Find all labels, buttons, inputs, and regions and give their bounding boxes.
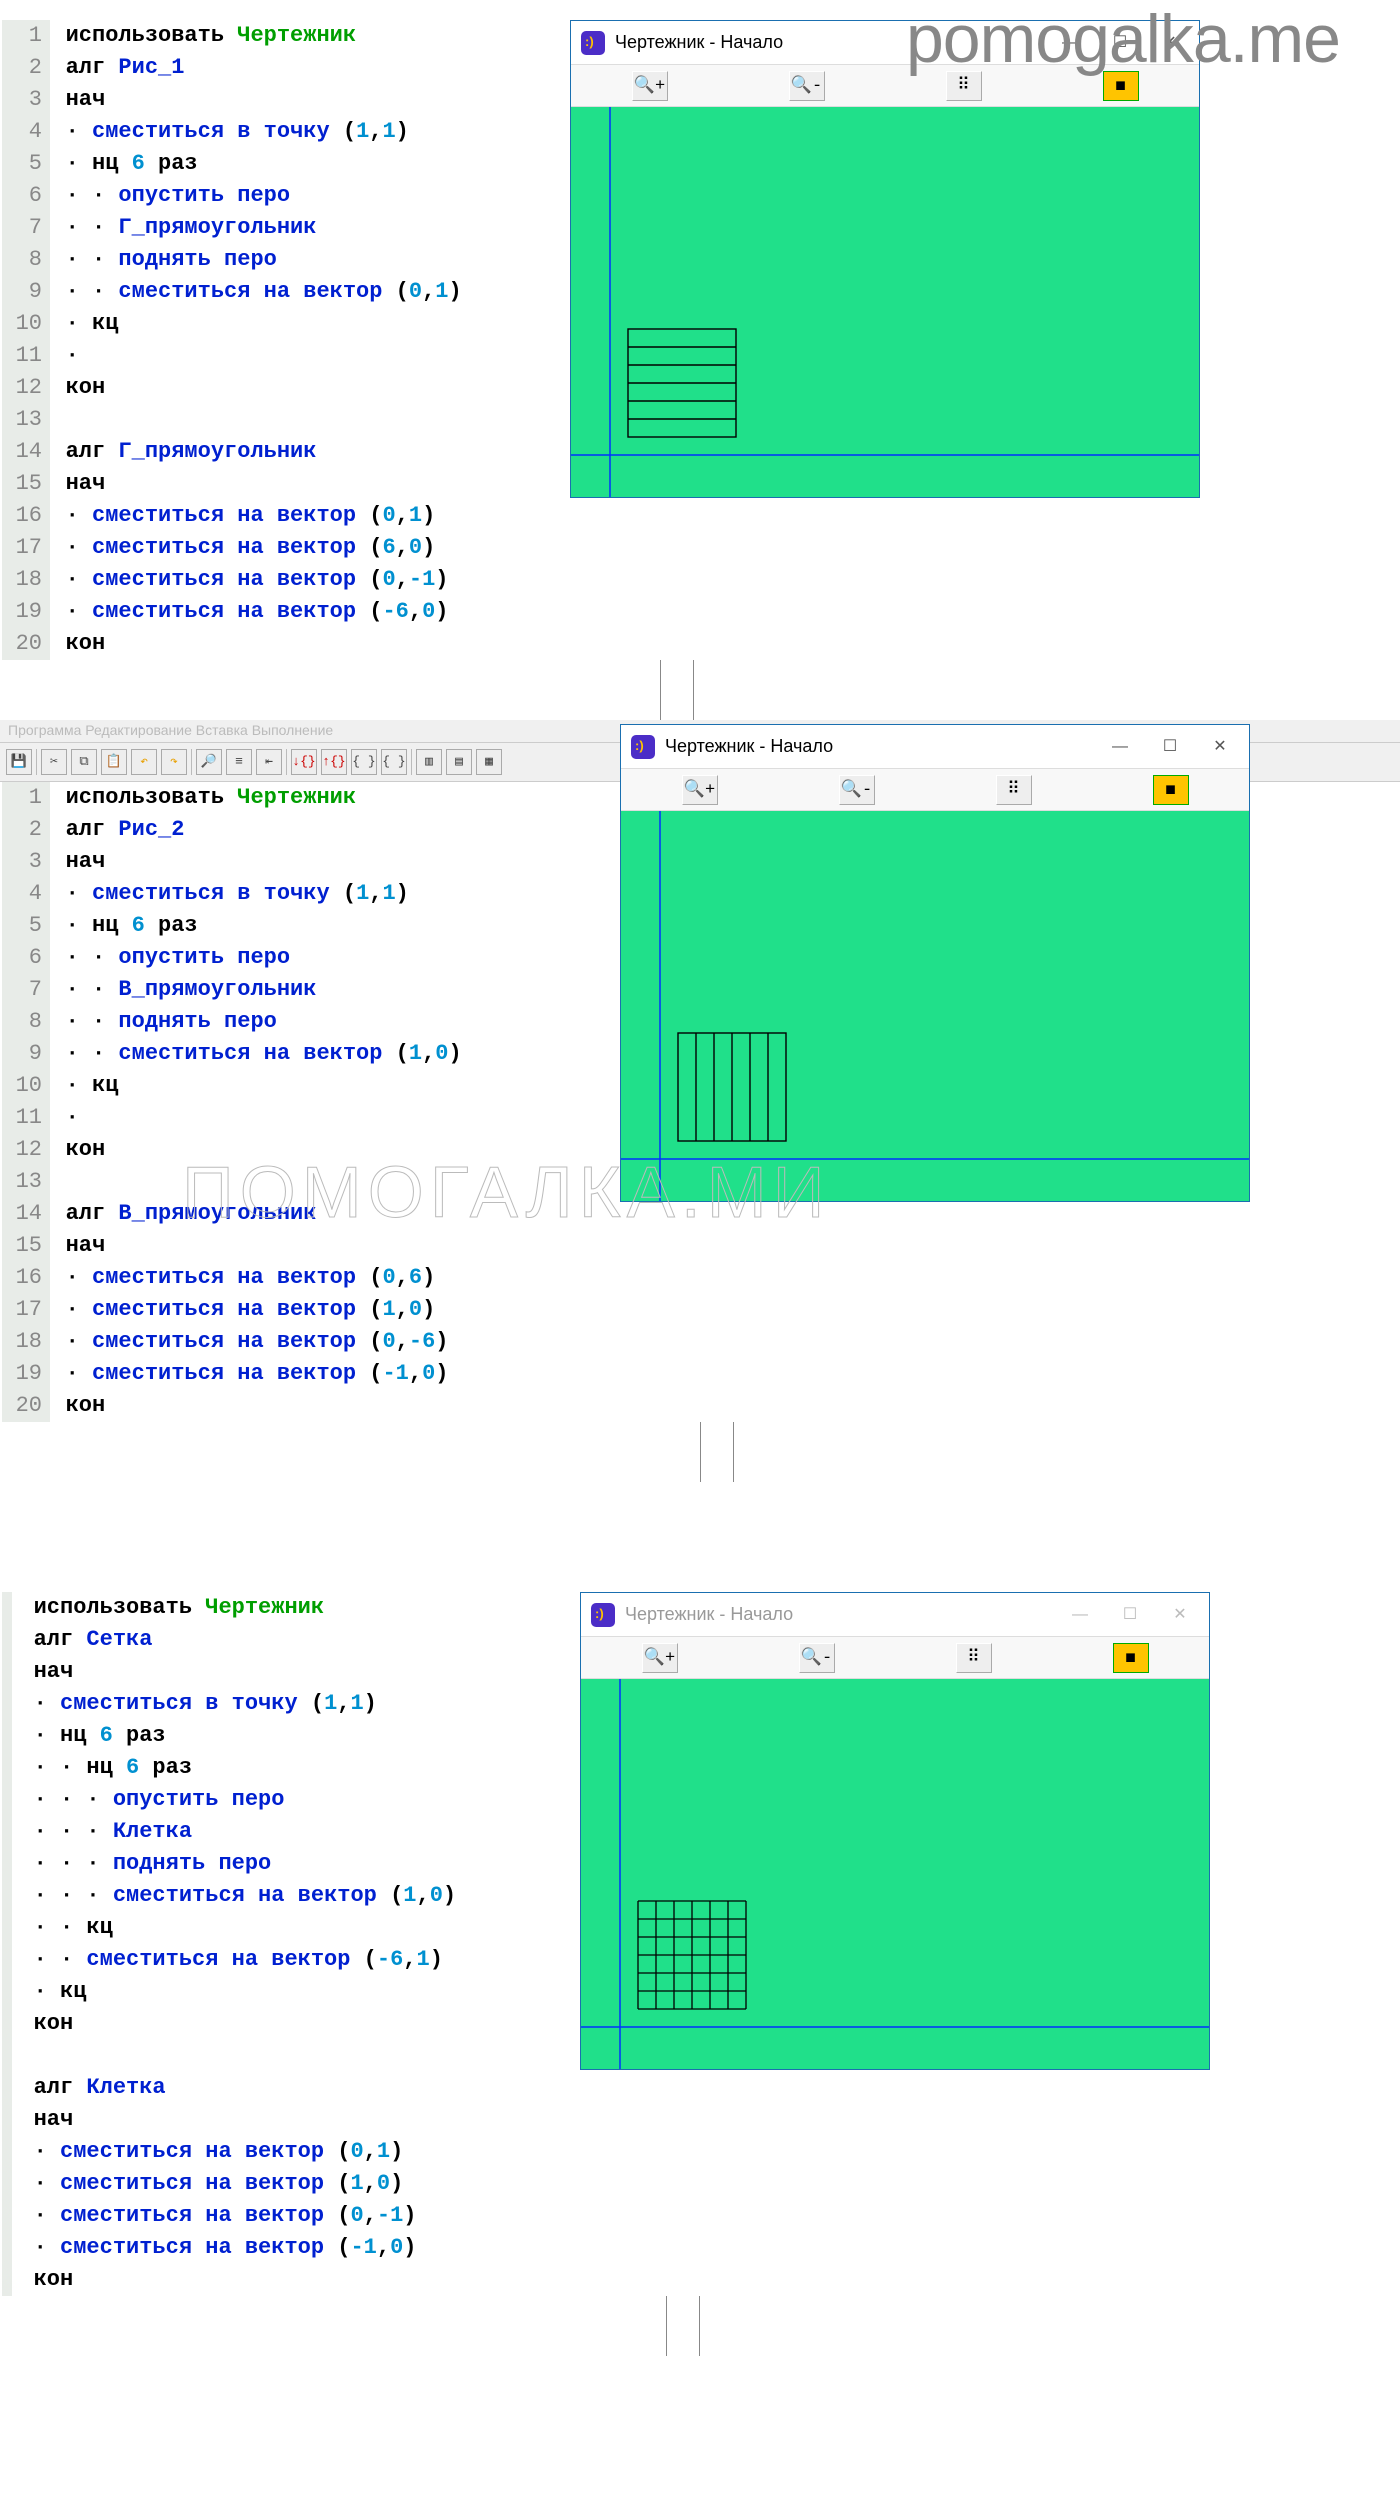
app-icon xyxy=(581,31,605,55)
indent-icon[interactable]: ⇤ xyxy=(256,749,282,775)
code-editor[interactable]: использовать Чертежникалг Рис_2нач· смес… xyxy=(60,782,462,1422)
cut-icon[interactable]: ✂ xyxy=(41,749,67,775)
fit-icon[interactable]: ◼ xyxy=(1113,1643,1149,1673)
drawer-toolbar: 🔍+ 🔍- ⠿ ◼ xyxy=(581,1637,1209,1679)
drawer-toolbar: 🔍+ 🔍- ⠿ ◼ xyxy=(621,769,1249,811)
zoom-out-icon[interactable]: 🔍- xyxy=(839,775,875,805)
app-icon xyxy=(631,735,655,759)
braces2-icon[interactable]: { } xyxy=(381,749,407,775)
grid-icon[interactable]: ⠿ xyxy=(996,775,1032,805)
watermark-mid: ПОМОГАЛКА.МИ xyxy=(182,1152,830,1234)
drawer-window-3: Чертежник - Начало — ☐ ✕ 🔍+ 🔍- ⠿ ◼ xyxy=(580,1592,1210,2070)
window-title: Чертежник - Начало xyxy=(625,1604,1055,1625)
zoom-out-icon[interactable]: 🔍- xyxy=(799,1643,835,1673)
watermark-top: pomogalka.me xyxy=(906,0,1340,78)
canvas[interactable] xyxy=(571,107,1199,497)
cols2-icon[interactable]: ▤ xyxy=(446,749,472,775)
step-out-icon[interactable]: ↑{} xyxy=(321,749,347,775)
zoom-in-icon[interactable]: 🔍+ xyxy=(682,775,718,805)
braces-icon[interactable]: { } xyxy=(351,749,377,775)
drawer-window-1: Чертежник - Начало — ☐ ✕ 🔍+ 🔍- ⠿ ◼ xyxy=(570,20,1200,498)
window-title: Чертежник - Начало xyxy=(665,736,1095,757)
redo-icon[interactable]: ↷ xyxy=(161,749,187,775)
zoom-in-icon[interactable]: 🔍+ xyxy=(632,71,668,101)
line-gutter xyxy=(2,1592,12,2296)
cols3-icon[interactable]: ▦ xyxy=(476,749,502,775)
titlebar[interactable]: Чертежник - Начало — ☐ ✕ xyxy=(621,725,1249,769)
zoom-in-icon[interactable]: 🔍+ xyxy=(642,1643,678,1673)
code-editor[interactable]: использовать Чертежникалг Сетканач· смес… xyxy=(22,1592,456,2296)
fit-icon[interactable]: ◼ xyxy=(1153,775,1189,805)
app-icon xyxy=(591,1603,615,1627)
maximize-button[interactable]: ☐ xyxy=(1145,728,1195,766)
code-editor[interactable]: использовать Чертежникалг Рис_1нач· смес… xyxy=(60,20,462,660)
canvas[interactable] xyxy=(581,1679,1209,2069)
close-button[interactable]: ✕ xyxy=(1195,728,1245,766)
minimize-button[interactable]: — xyxy=(1095,728,1145,766)
titlebar[interactable]: Чертежник - Начало — ☐ ✕ xyxy=(581,1593,1209,1637)
paste-icon[interactable]: 📋 xyxy=(101,749,127,775)
close-button[interactable]: ✕ xyxy=(1155,1596,1205,1634)
save-icon[interactable]: 💾 xyxy=(6,749,32,775)
line-gutter: 1234567891011121314151617181920 xyxy=(2,782,50,1422)
undo-icon[interactable]: ↶ xyxy=(131,749,157,775)
goto-icon[interactable]: ≡ xyxy=(226,749,252,775)
drawer-window-2: Чертежник - Начало — ☐ ✕ 🔍+ 🔍- ⠿ ◼ xyxy=(620,724,1250,1202)
minimize-button[interactable]: — xyxy=(1055,1596,1105,1634)
find-icon[interactable]: 🔎 xyxy=(196,749,222,775)
line-gutter: 1234567891011121314151617181920 xyxy=(2,20,50,660)
step-in-icon[interactable]: ↓{} xyxy=(291,749,317,775)
copy-icon[interactable]: ⧉ xyxy=(71,749,97,775)
maximize-button[interactable]: ☐ xyxy=(1105,1596,1155,1634)
cols1-icon[interactable]: ▥ xyxy=(416,749,442,775)
zoom-out-icon[interactable]: 🔍- xyxy=(789,71,825,101)
grid-icon[interactable]: ⠿ xyxy=(956,1643,992,1673)
canvas[interactable] xyxy=(621,811,1249,1201)
